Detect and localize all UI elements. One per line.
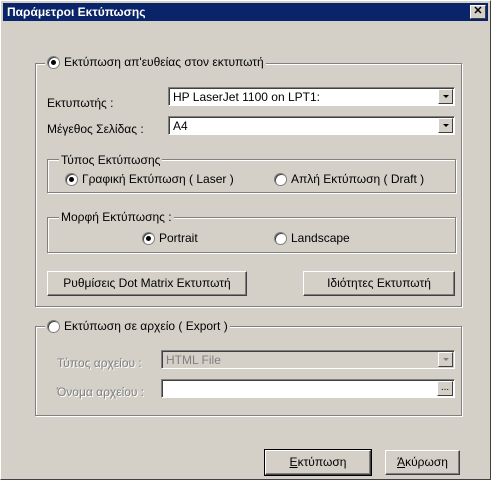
file-type-select[interactable]: HTML File xyxy=(161,350,455,369)
graphic-print-radio[interactable] xyxy=(65,173,78,187)
printer-select[interactable]: HP LaserJet 1100 on LPT1: xyxy=(168,87,455,106)
export-label: Εκτύπωση σε αρχείο ( Export ) xyxy=(64,319,228,333)
chevron-down-icon[interactable] xyxy=(438,352,453,367)
close-icon: ✕ xyxy=(473,5,483,17)
print-button-hotkey: Ε xyxy=(289,455,298,469)
printer-label: Εκτυπωτής : xyxy=(47,96,114,110)
graphic-print-label: Γραφική Εκτύπωση ( Laser ) xyxy=(82,172,234,186)
portrait-label: Portrait xyxy=(159,231,198,245)
direct-print-option[interactable]: Εκτύπωση απ'ευθείας στον εκτυπωτή xyxy=(45,55,266,70)
page-size-select[interactable]: A4 xyxy=(168,116,455,135)
direct-print-label: Εκτύπωση απ'ευθείας στον εκτυπωτή xyxy=(64,55,264,69)
export-group xyxy=(35,326,462,416)
printer-properties-button[interactable]: Ιδιότητες Εκτυπωτή xyxy=(303,271,455,296)
landscape-label: Landscape xyxy=(291,231,350,245)
print-button-label: κτύπωση xyxy=(297,455,347,469)
direct-print-radio[interactable] xyxy=(47,56,60,70)
file-name-input[interactable]: ... xyxy=(161,379,455,398)
draft-print-option[interactable]: Απλή Εκτύπωση ( Draft ) xyxy=(274,172,425,187)
window-title: Παράμετροι Εκτύπωσης xyxy=(7,5,146,19)
print-button[interactable]: Εκτύπωση xyxy=(264,449,372,476)
page-size-label: Μέγεθος Σελίδας : xyxy=(47,122,144,136)
browse-button[interactable]: ... xyxy=(437,381,453,396)
chevron-down-icon[interactable] xyxy=(438,89,453,104)
draft-print-label: Απλή Εκτύπωση ( Draft ) xyxy=(291,172,425,186)
export-option[interactable]: Εκτύπωση σε αρχείο ( Export ) xyxy=(45,319,230,334)
page-size-value: A4 xyxy=(173,119,188,133)
file-type-label: Τύπος αρχείου : xyxy=(57,356,142,370)
file-type-value: HTML File xyxy=(166,353,221,367)
portrait-option[interactable]: Portrait xyxy=(142,231,198,246)
cancel-button[interactable]: Άκύρωση xyxy=(385,450,460,475)
export-radio[interactable] xyxy=(47,320,60,334)
orientation-legend: Μορφή Εκτύπωσης : xyxy=(59,210,174,224)
file-name-label: Όνομα αρχείου : xyxy=(57,385,145,399)
dot-matrix-settings-button[interactable]: Ρυθμίσεις Dot Matrix Εκτυπωτή xyxy=(47,271,247,296)
print-type-legend: Τύπος Εκτύπωσης xyxy=(59,153,163,167)
printer-value: HP LaserJet 1100 on LPT1: xyxy=(173,90,320,104)
chevron-down-icon[interactable] xyxy=(438,118,453,133)
portrait-radio[interactable] xyxy=(142,232,155,246)
landscape-option[interactable]: Landscape xyxy=(274,231,350,246)
title-bar: Παράμετροι Εκτύπωσης ✕ xyxy=(3,3,488,21)
graphic-print-option[interactable]: Γραφική Εκτύπωση ( Laser ) xyxy=(65,172,234,187)
cancel-button-label: κύρωση xyxy=(405,455,448,469)
draft-print-radio[interactable] xyxy=(274,173,287,187)
print-parameters-dialog: Παράμετροι Εκτύπωσης ✕ Εκτύπωση απ'ευθεί… xyxy=(0,0,491,480)
cancel-button-hotkey: Ά xyxy=(397,455,406,469)
landscape-radio[interactable] xyxy=(274,232,287,246)
close-button[interactable]: ✕ xyxy=(470,5,486,19)
